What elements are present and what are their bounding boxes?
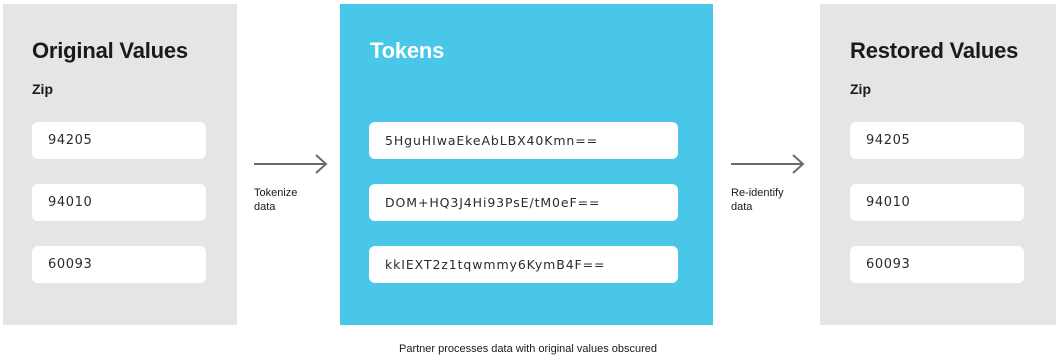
restored-zip-label: Zip (850, 81, 871, 97)
restored-values-title: Restored Values (850, 38, 1019, 63)
token-value-2: DOM+HQ3J4Hi93PsE/tM0eF== (369, 184, 678, 221)
original-value-2: 94010 (32, 184, 206, 221)
tokenize-arrow-icon (254, 154, 330, 174)
restored-value-1: 94205 (850, 122, 1024, 159)
diagram-caption: Partner processes data with original val… (398, 343, 658, 355)
token-value-1: 5HguHIwaEkeAbLBX40Kmn== (369, 122, 678, 159)
original-zip-label: Zip (32, 81, 53, 97)
reidentify-label-line2: data (731, 201, 753, 213)
reidentify-label: Re-identify data (731, 186, 784, 214)
reidentify-arrow-icon (731, 154, 807, 174)
token-value-3: kkIEXT2z1tqwmmy6KymB4F== (369, 246, 678, 283)
original-values-panel: Original Values Zip 94205 94010 60093 (3, 4, 237, 325)
restored-values-panel: Restored Values Zip 94205 94010 60093 (820, 4, 1056, 325)
tokenize-label-line1: Tokenize (254, 187, 298, 199)
original-values-title: Original Values (32, 38, 188, 63)
tokens-panel: Tokens 5HguHIwaEkeAbLBX40Kmn== DOM+HQ3J4… (340, 4, 713, 325)
tokenize-label-line2: data (254, 201, 276, 213)
restored-value-3: 60093 (850, 246, 1024, 283)
original-value-3: 60093 (32, 246, 206, 283)
tokenize-label: Tokenize data (254, 186, 297, 214)
tokens-title: Tokens (370, 38, 445, 63)
restored-value-2: 94010 (850, 184, 1024, 221)
original-value-1: 94205 (32, 122, 206, 159)
reidentify-label-line1: Re-identify (731, 187, 784, 199)
